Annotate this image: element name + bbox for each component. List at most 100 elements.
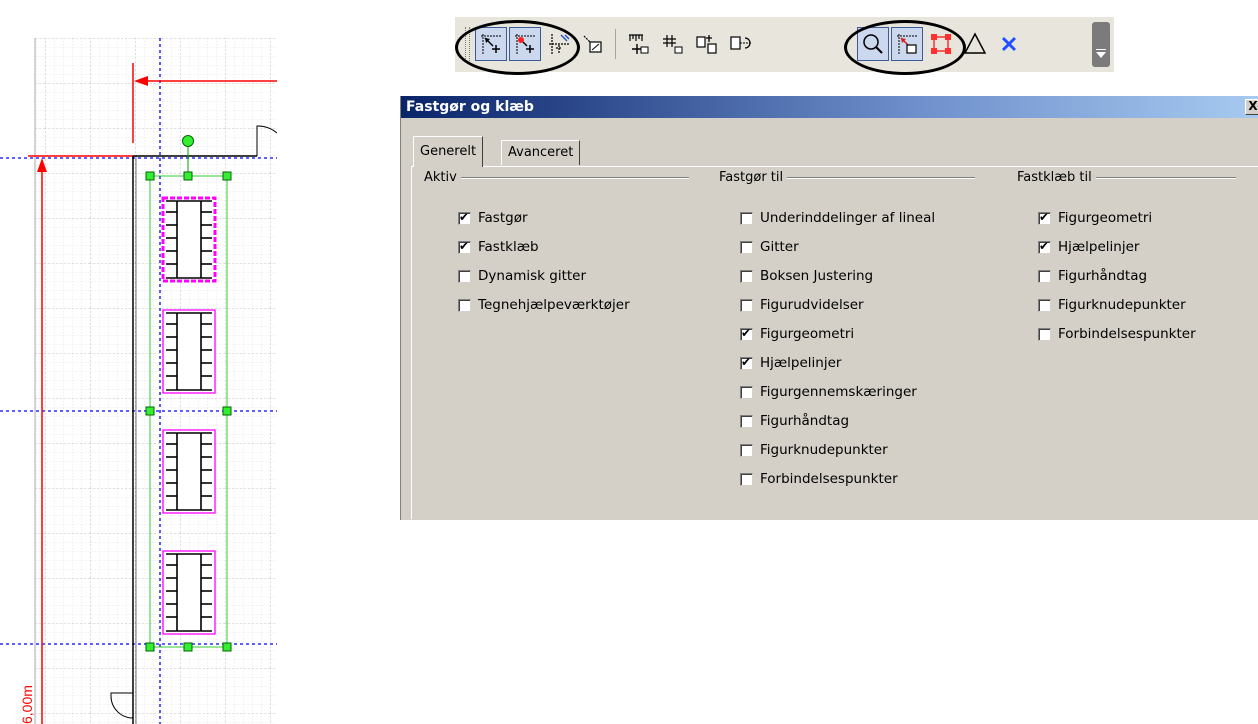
checkbox-boksen-justering[interactable]: Boksen Justering: [740, 265, 873, 287]
rotation-handle[interactable]: [182, 135, 194, 147]
checkbox-fastklaeb[interactable]: Fastklæb: [458, 236, 539, 258]
selection-handle[interactable]: [145, 406, 155, 416]
selection-handle[interactable]: [222, 171, 232, 181]
snap-to-ruler-subdivisions-button[interactable]: [623, 27, 655, 61]
tab-generelt[interactable]: Generelt: [413, 136, 484, 167]
glue-button[interactable]: [509, 27, 541, 61]
drawing-aids-button[interactable]: [577, 27, 609, 61]
checkbox-box[interactable]: [740, 326, 753, 341]
checkbox-glue-figurhandtag[interactable]: Figurhåndtag: [1038, 265, 1147, 287]
checkbox-fastgor[interactable]: Fastgør: [458, 207, 528, 229]
dialog-titlebar[interactable]: Fastgør og klæb X: [401, 96, 1258, 118]
checkbox-figurudvidelser[interactable]: Figurudvidelser: [740, 294, 864, 316]
snap-to-alignment-box-button[interactable]: [691, 27, 723, 61]
checkbox-label: Hjælpelinjer: [1058, 239, 1140, 255]
group-aktiv: Aktiv: [424, 170, 689, 185]
selection-handle[interactable]: [222, 642, 232, 652]
snap-to-shape-geometry-icon: [863, 34, 883, 54]
snap-icon: [481, 34, 501, 54]
checkbox-label: Figurgeometri: [760, 326, 855, 342]
dimension-label: 6,00m: [19, 685, 35, 724]
checkbox-dynamisk-gitter[interactable]: Dynamisk gitter: [458, 265, 586, 287]
dynamic-grid-button[interactable]: [543, 27, 575, 61]
checkbox-box[interactable]: [740, 269, 753, 283]
conference-table[interactable]: [162, 429, 216, 514]
checkbox-box[interactable]: [1038, 269, 1051, 283]
checkbox-box[interactable]: [740, 414, 753, 428]
snap-to-shape-handles-icon: [931, 34, 951, 54]
snap-to-ruler-subdivisions-icon: [629, 34, 649, 54]
checkbox-glue-figurknudepunkter[interactable]: Figurknudepunkter: [1038, 294, 1186, 316]
checkbox-forbindelsespunkter[interactable]: Forbindelsespunkter: [740, 468, 898, 490]
checkbox-label: Forbindelsespunkter: [1058, 326, 1196, 342]
checkbox-box[interactable]: [458, 298, 471, 312]
snap-to-shape-vertices-button[interactable]: [959, 27, 991, 61]
checkbox-figurgennemskaeringer[interactable]: Figurgennemskæringer: [740, 381, 917, 403]
checkbox-box[interactable]: [740, 240, 753, 254]
checkbox-label: Figurhåndtag: [760, 413, 850, 429]
selection-handle[interactable]: [183, 642, 193, 652]
checkbox-box[interactable]: [740, 298, 753, 312]
checkbox-glue-forbindelsespunkter[interactable]: Forbindelsespunkter: [1038, 323, 1196, 345]
tab-panel-generelt: Aktiv Fastgør Fastklæb Dynamisk gitter T…: [411, 166, 1258, 519]
snap-to-guides-icon: [897, 34, 917, 54]
snap-to-shape-extensions-button[interactable]: [725, 27, 757, 61]
group-title: Fastklæb til: [1017, 170, 1092, 185]
checkbox-box[interactable]: [458, 269, 471, 283]
checkbox-box[interactable]: [740, 355, 753, 370]
checkbox-figurhandtag[interactable]: Figurhåndtag: [740, 410, 849, 432]
checkbox-label: Gitter: [760, 239, 799, 255]
snap-to-shape-vertices-icon: [963, 32, 987, 54]
snap-to-connection-points-icon: [1001, 36, 1017, 52]
checkbox-tegnehjaelpevaerktojer[interactable]: Tegnehjælpeværktøjer: [458, 294, 630, 316]
checkbox-label: Underinddelinger af lineal: [760, 210, 936, 226]
checkbox-box[interactable]: [1038, 210, 1051, 225]
checkbox-box[interactable]: [458, 239, 471, 254]
dialog-title: Fastgør og klæb: [406, 99, 534, 115]
checkbox-underinddelinger[interactable]: Underinddelinger af lineal: [740, 207, 935, 229]
checkbox-figurgeometri[interactable]: Figurgeometri: [740, 323, 854, 345]
checkbox-label: Figurgeometri: [1058, 210, 1153, 226]
close-button[interactable]: X: [1245, 99, 1258, 115]
toolbar-options-button[interactable]: [1092, 22, 1110, 67]
selection-handle[interactable]: [145, 171, 155, 181]
checkbox-box[interactable]: [458, 210, 471, 225]
snap-to-grid-button[interactable]: [657, 27, 689, 61]
selection-handle[interactable]: [222, 406, 232, 416]
checkbox-box[interactable]: [740, 385, 753, 399]
checkbox-glue-figurgeometri[interactable]: Figurgeometri: [1038, 207, 1152, 229]
snap-to-grid-icon: [663, 35, 683, 54]
checkbox-box[interactable]: [1038, 327, 1051, 341]
conference-table[interactable]: [162, 309, 216, 394]
snap-to-guides-button[interactable]: [891, 27, 923, 61]
checkbox-box[interactable]: [740, 211, 753, 225]
checkbox-figurknudepunkter[interactable]: Figurknudepunkter: [740, 439, 888, 461]
checkbox-box[interactable]: [740, 443, 753, 457]
checkbox-gitter[interactable]: Gitter: [740, 236, 799, 258]
snap-glue-toolbar: [455, 17, 1114, 75]
checkbox-label: Figurhåndtag: [1058, 268, 1148, 284]
drawing-canvas[interactable]: 6,00m: [0, 38, 277, 724]
tab-avanceret[interactable]: Avanceret: [501, 140, 581, 165]
checkbox-label: Tegnehjælpeværktøjer: [478, 297, 630, 313]
snap-button[interactable]: [475, 27, 507, 61]
checkbox-label: Hjælpelinjer: [760, 355, 842, 371]
toolbar-grip[interactable]: [465, 27, 470, 61]
conference-table[interactable]: [162, 550, 216, 635]
selection-handle[interactable]: [183, 171, 193, 181]
snap-to-connection-points-button[interactable]: [993, 27, 1025, 61]
drawing-page[interactable]: 6,00m: [0, 38, 277, 724]
checkbox-label: Boksen Justering: [760, 268, 874, 284]
snap-to-shape-handles-button[interactable]: [925, 27, 957, 61]
conference-table[interactable]: [161, 196, 217, 283]
checkbox-glue-hjaelpelinjer[interactable]: Hjælpelinjer: [1038, 236, 1139, 258]
checkbox-box[interactable]: [1038, 298, 1051, 312]
checkbox-hjaelpelinjer[interactable]: Hjælpelinjer: [740, 352, 841, 374]
toolbar-options-icon: [1096, 49, 1106, 58]
snap-to-shape-geometry-button[interactable]: [857, 27, 889, 61]
selection-handle[interactable]: [145, 642, 155, 652]
checkbox-box[interactable]: [1038, 239, 1051, 254]
drawing-aids-icon: [583, 35, 602, 53]
group-fastgor-til: Fastgør til: [719, 170, 976, 185]
checkbox-box[interactable]: [740, 472, 753, 486]
